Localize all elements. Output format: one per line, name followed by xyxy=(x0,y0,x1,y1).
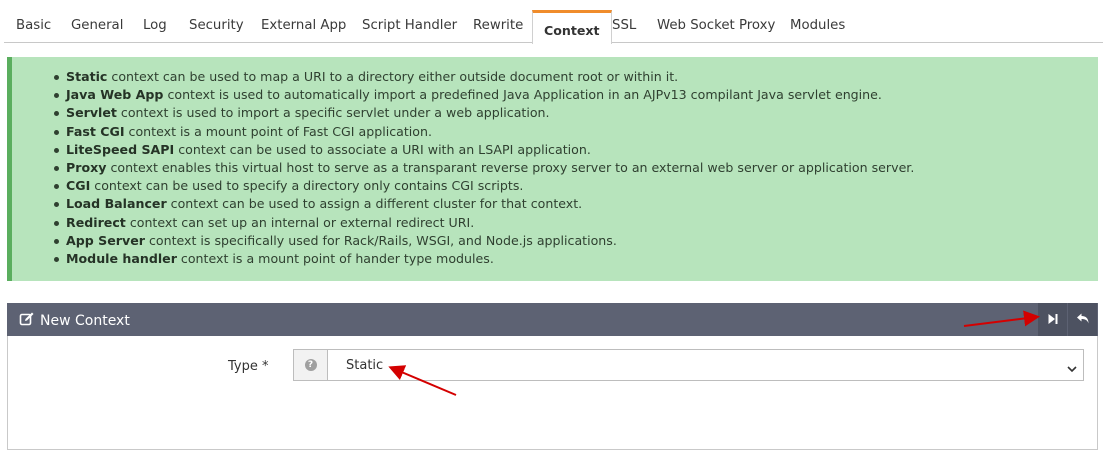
context-term: Servlet xyxy=(66,105,117,121)
context-description: context is a mount point of Fast CGI app… xyxy=(124,123,432,139)
context-description: context is used to import a specific ser… xyxy=(116,105,550,121)
context-term: Module handler xyxy=(66,251,177,267)
tab-web-socket-proxy[interactable]: Web Socket Proxy xyxy=(657,10,775,43)
new-context-panel: New Context Type * ? Static xyxy=(7,303,1098,450)
context-term: Redirect xyxy=(66,214,126,230)
reply-icon xyxy=(1076,310,1090,329)
question-circle-icon: ? xyxy=(304,359,317,371)
context-description: context is specifically used for Rack/Ra… xyxy=(144,232,617,248)
tab-bar: Basic General Log Security External App … xyxy=(4,0,1103,44)
tab-context[interactable]: Context xyxy=(532,10,612,44)
tab-rewrite[interactable]: Rewrite xyxy=(473,10,523,43)
context-description: context can be used to specify a directo… xyxy=(90,178,524,194)
tab-ssl[interactable]: SSL xyxy=(612,10,636,43)
edit-icon xyxy=(19,311,35,331)
context-term: Proxy xyxy=(66,160,107,176)
context-description: context can be used to assign a differen… xyxy=(166,196,583,212)
context-term: LiteSpeed SAPI xyxy=(66,141,175,157)
type-label: Type * xyxy=(228,359,269,374)
help-button[interactable]: ? xyxy=(294,350,328,380)
tab-general[interactable]: General xyxy=(71,10,123,43)
context-description: context can set up an internal or extern… xyxy=(125,214,475,230)
context-description: context can be used to associate a URI w… xyxy=(174,141,591,157)
context-description: context is used to automatically import … xyxy=(163,87,882,103)
list-item: CGI context can be used to specify a dir… xyxy=(53,177,914,195)
panel-title-text: New Context xyxy=(40,313,130,329)
tab-modules[interactable]: Modules xyxy=(790,10,845,43)
context-term: App Server xyxy=(66,232,145,248)
context-term: Fast CGI xyxy=(66,123,125,139)
context-types-info-box: Static context can be used to map a URI … xyxy=(7,57,1098,281)
panel-title: New Context xyxy=(19,311,130,331)
tab-security[interactable]: Security xyxy=(189,10,244,43)
type-select[interactable]: ? Static xyxy=(293,349,1084,381)
panel-header: New Context xyxy=(7,303,1098,336)
tab-basic[interactable]: Basic xyxy=(16,10,51,43)
list-item: Proxy context enables this virtual host … xyxy=(53,159,915,177)
back-button[interactable] xyxy=(1068,303,1097,336)
context-description: context enables this virtual host to ser… xyxy=(106,160,915,176)
context-term: Static xyxy=(66,69,108,84)
context-term: Load Balancer xyxy=(66,196,167,212)
context-description: context is a mount point of hander type … xyxy=(176,251,494,267)
type-select-value: Static xyxy=(346,358,384,373)
next-button[interactable] xyxy=(1038,303,1067,336)
context-types-list: Static context can be used to map a URI … xyxy=(53,68,915,268)
step-forward-icon xyxy=(1047,310,1059,329)
list-item: Load Balancer context can be used to ass… xyxy=(53,195,914,213)
list-item: App Server context is specifically used … xyxy=(53,232,914,250)
list-item: LiteSpeed SAPI context can be used to as… xyxy=(53,141,914,159)
list-item: Redirect context can set up an internal … xyxy=(53,214,914,232)
tab-external-app[interactable]: External App xyxy=(261,10,346,43)
context-term: CGI xyxy=(66,178,91,194)
list-item: Module handler context is a mount point … xyxy=(53,250,914,268)
list-item: Java Web App context is used to automati… xyxy=(53,86,914,104)
list-item: Servlet context is used to import a spec… xyxy=(53,104,914,122)
tab-log[interactable]: Log xyxy=(143,10,167,43)
chevron-down-icon xyxy=(1067,359,1077,378)
list-item: Fast CGI context is a mount point of Fas… xyxy=(53,123,914,141)
context-description: context can be used to map a URI to a di… xyxy=(107,69,679,84)
context-term: Java Web App xyxy=(66,87,164,103)
list-item: Static context can be used to map a URI … xyxy=(53,68,914,86)
tab-script-handler[interactable]: Script Handler xyxy=(362,10,457,43)
